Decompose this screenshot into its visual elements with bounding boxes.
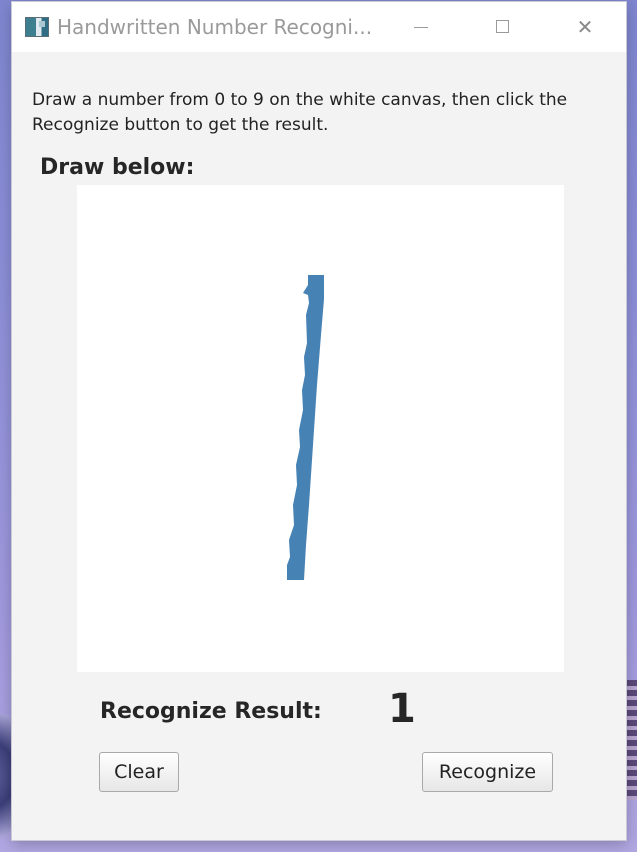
maximize-icon [496, 20, 509, 33]
instructions-text: Draw a number from 0 to 9 on the white c… [32, 90, 568, 135]
title-bar[interactable]: Handwritten Number Recogni... ✕ [12, 2, 626, 52]
minimize-icon [414, 27, 428, 28]
app-window: Handwritten Number Recogni... ✕ Draw a n… [12, 2, 626, 840]
drawing-canvas[interactable] [77, 185, 564, 672]
app-icon [25, 17, 49, 37]
window-title: Handwritten Number Recogni... [57, 15, 373, 39]
recognize-button[interactable]: Recognize [422, 752, 553, 792]
result-label: Recognize Result: [100, 699, 322, 724]
close-button[interactable]: ✕ [562, 2, 608, 52]
drawn-stroke [287, 275, 324, 580]
close-icon: ✕ [576, 15, 594, 39]
maximize-button[interactable] [480, 2, 526, 52]
minimize-button[interactable] [398, 2, 444, 52]
draw-label: Draw below: [40, 155, 195, 180]
clear-button[interactable]: Clear [99, 752, 179, 792]
canvas-drawing [287, 275, 324, 580]
result-value: 1 [388, 686, 416, 732]
